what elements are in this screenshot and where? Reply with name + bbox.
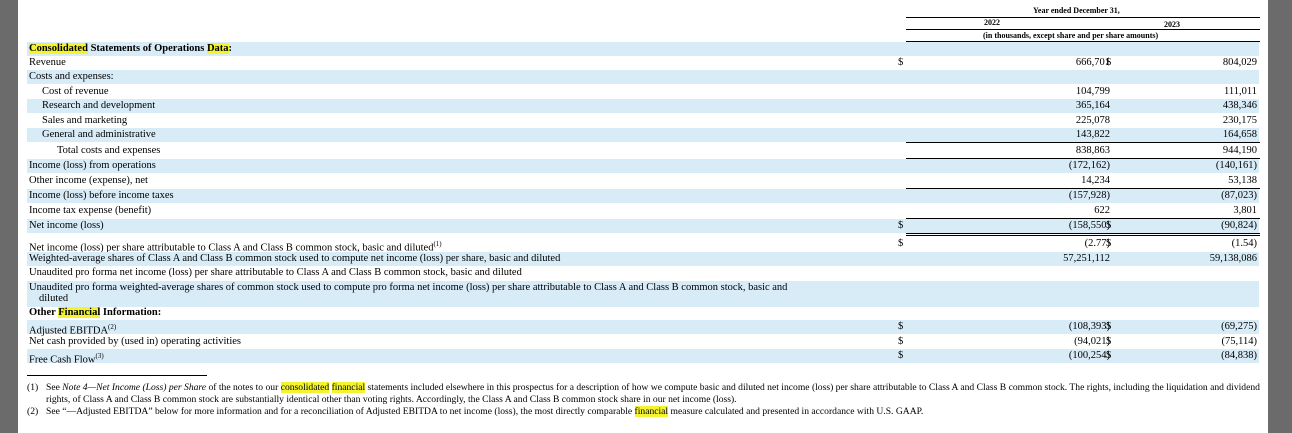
document-page: Year ended December 31, 2022 2023 (in th… <box>18 0 1268 433</box>
search-highlight: financial <box>331 382 366 393</box>
header-top-rule <box>906 17 1260 18</box>
rule-above-total <box>906 142 1260 143</box>
header-mid-rule <box>906 29 1260 30</box>
row-net-income: Net income (loss) $ (158,550) $ (90,824) <box>27 219 1259 233</box>
double-rule-net-income-2 <box>906 235 1260 236</box>
row-pro-forma-net-income: Unaudited pro forma net income (loss) pe… <box>29 267 522 278</box>
row-other-income: Other income (expense), net 14,234 53,13… <box>29 175 1257 186</box>
row-research-development: Research and development 365,164 438,346 <box>27 99 1259 113</box>
section-heading-other-financial: Other Financial Information: <box>29 307 162 318</box>
row-revenue: Revenue $ 666,701 $ 804,029 <box>29 57 1257 68</box>
row-pro-forma-shares: Unaudited pro forma weighted-average sha… <box>27 281 1259 307</box>
row-general-admin: General and administrative 143,822 164,6… <box>27 128 1259 142</box>
search-highlight: Data <box>206 43 229 54</box>
row-weighted-avg-shares: Weighted-average shares of Class A and C… <box>27 252 1259 266</box>
footnote-separator <box>27 375 207 376</box>
header-year-ended: Year ended December 31, <box>1033 6 1120 15</box>
row-income-before-tax: Income (loss) before income taxes (157,9… <box>27 189 1259 203</box>
row-total-costs: Total costs and expenses 838,863 944,190 <box>57 145 1257 156</box>
search-highlight: consolidated <box>280 382 330 393</box>
search-highlight: financial <box>634 406 669 417</box>
row-free-cash-flow: Free Cash Flow(3) $ (100,254) $ (84,838) <box>27 349 1259 366</box>
header-col1-year: 2022 <box>984 18 1000 27</box>
row-operating-cash-flow: Net cash provided by (used in) operating… <box>29 336 1257 347</box>
search-highlight: Financial <box>58 307 101 318</box>
row-costs-header: Costs and expenses: <box>27 70 1259 84</box>
row-adjusted-ebitda: Adjusted EBITDA(2) $ (108,393) $ (69,275… <box>27 320 1259 337</box>
row-eps: Net income (loss) per share attributable… <box>29 238 1257 254</box>
search-highlight: Consolidated <box>29 43 88 54</box>
section-heading-operations: Consolidated Statements of Operations Da… <box>27 42 1259 56</box>
header-units: (in thousands, except share and per shar… <box>983 31 1159 40</box>
row-income-operations: Income (loss) from operations (172,162) … <box>27 159 1259 173</box>
row-sales-marketing: Sales and marketing 225,078 230,175 <box>42 115 1257 126</box>
row-income-tax: Income tax expense (benefit) 622 3,801 <box>29 205 1257 216</box>
header-col2-year: 2023 <box>1164 20 1180 29</box>
row-cost-of-revenue: Cost of revenue 104,799 111,011 <box>42 86 1257 97</box>
double-rule-net-income-1 <box>906 233 1260 234</box>
